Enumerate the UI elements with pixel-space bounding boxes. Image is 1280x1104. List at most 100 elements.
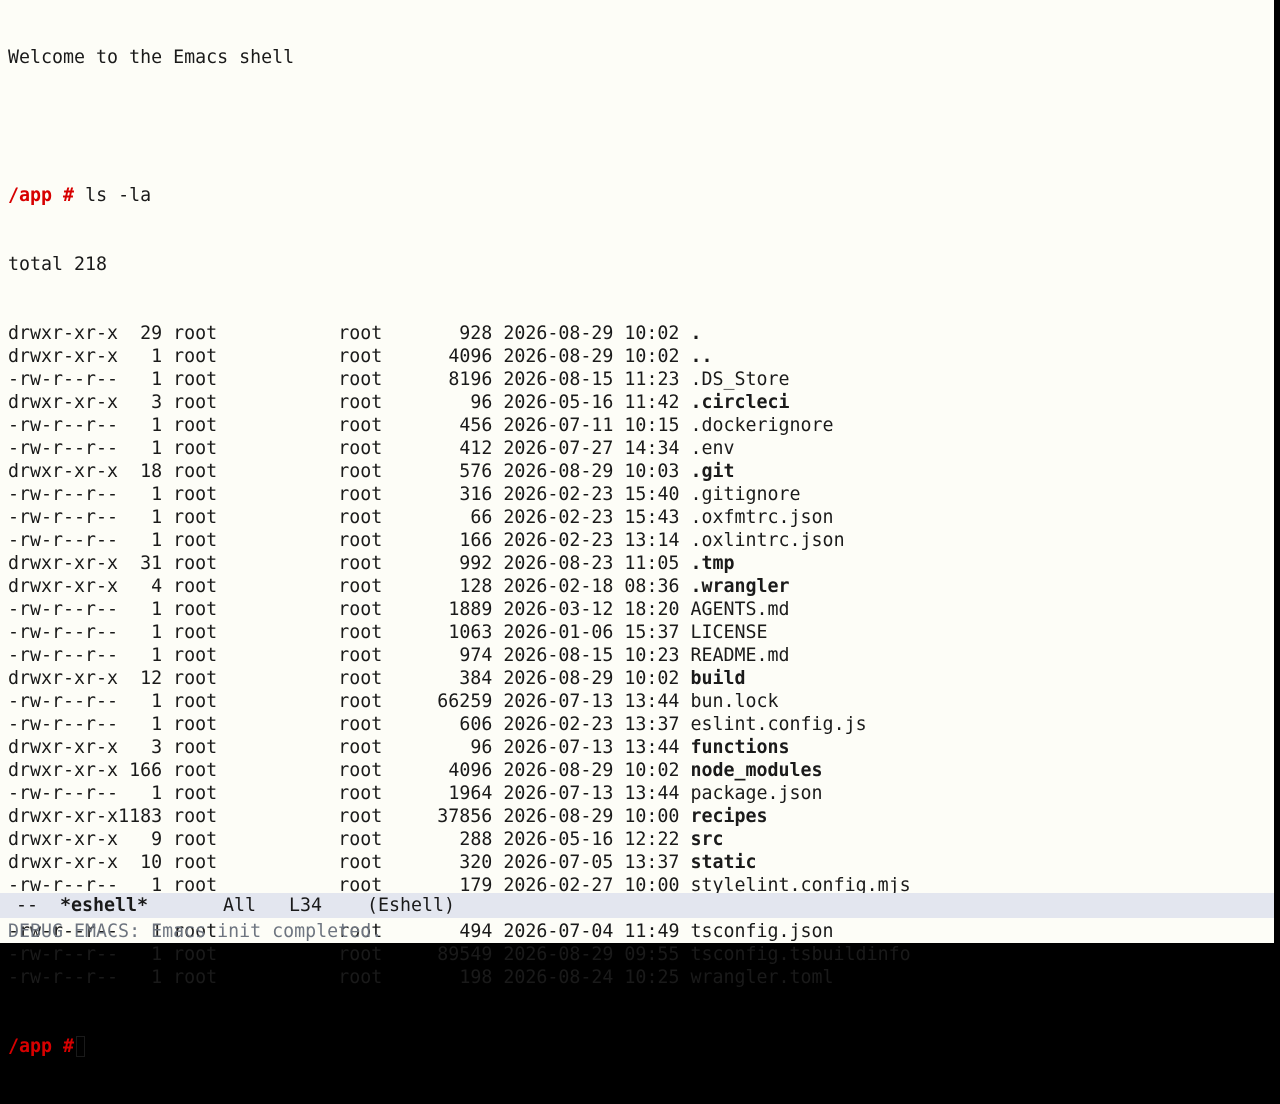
entry-name-file[interactable]: AGENTS.md — [690, 599, 789, 620]
entry-group: root — [338, 530, 383, 551]
column-spacer — [382, 415, 459, 436]
entry-size: 166 — [459, 530, 493, 551]
entry-name-file[interactable]: tsconfig.tsbuildinfo — [690, 944, 910, 965]
entry-name-file[interactable]: .oxlintrc.json — [690, 530, 844, 551]
column-spacer — [382, 484, 459, 505]
column-spacer — [382, 576, 459, 597]
column-spacer — [118, 530, 151, 551]
entry-group: root — [338, 760, 383, 781]
entry-date: 2026-08-29 10:00 — [503, 806, 680, 827]
entry-size: 320 — [459, 852, 493, 873]
entry-link-count: 18 — [140, 461, 163, 482]
listing-row: -rw-r--r-- 1 root root 1964 2026-07-13 1… — [8, 782, 1274, 805]
entry-name-directory[interactable]: src — [690, 829, 723, 850]
modeline-buffer-name[interactable]: *eshell* — [60, 893, 148, 918]
column-spacer — [118, 783, 151, 804]
entry-name-file[interactable]: eslint.config.js — [690, 714, 866, 735]
entry-name-directory[interactable]: node_modules — [690, 760, 822, 781]
entry-owner: root — [173, 622, 218, 643]
column-spacer — [382, 323, 459, 344]
column-spacer — [382, 530, 459, 551]
entry-permissions: drwxr-xr-x — [8, 806, 119, 827]
entry-name-directory[interactable]: .. — [690, 346, 712, 367]
entry-date: 2026-01-06 15:37 — [503, 622, 680, 643]
entry-name-file[interactable]: .oxfmtrc.json — [690, 507, 833, 528]
column-spacer — [382, 691, 437, 712]
entry-group: root — [338, 829, 383, 850]
entry-owner: root — [173, 691, 218, 712]
listing-row: -rw-r--r-- 1 root root 606 2026-02-23 13… — [8, 713, 1274, 736]
entry-date: 2026-02-23 15:40 — [503, 484, 680, 505]
input-line[interactable]: /app # — [8, 1035, 1274, 1058]
entry-name-file[interactable]: tsconfig.json — [690, 921, 833, 942]
entry-name-directory[interactable]: .git — [690, 461, 734, 482]
entry-group: root — [338, 323, 383, 344]
entry-size: 288 — [459, 829, 493, 850]
entry-name-directory[interactable]: recipes — [690, 806, 767, 827]
entry-link-count: 1 — [151, 691, 163, 712]
entry-link-count: 9 — [151, 829, 163, 850]
entry-name-directory[interactable]: .circleci — [690, 392, 789, 413]
entry-group: root — [338, 369, 383, 390]
entry-link-count: 1183 — [118, 806, 163, 827]
entry-link-count: 166 — [129, 760, 163, 781]
listing-row: drwxr-xr-x 1 root root 4096 2026-08-29 1… — [8, 345, 1274, 368]
entry-name-file[interactable]: wrangler.toml — [690, 967, 833, 988]
entry-name-directory[interactable]: build — [690, 668, 745, 689]
entry-link-count: 1 — [151, 415, 163, 436]
column-spacer — [382, 507, 470, 528]
entry-date: 2026-08-29 10:02 — [503, 760, 680, 781]
column-spacer — [118, 323, 140, 344]
entry-link-count: 3 — [151, 392, 163, 413]
entry-date: 2026-07-27 14:34 — [503, 438, 680, 459]
entry-name-directory[interactable]: . — [690, 323, 701, 344]
listing-row: -rw-r--r-- 1 root root 1063 2026-01-06 1… — [8, 621, 1274, 644]
modeline-major-mode[interactable]: (Eshell) — [367, 893, 455, 918]
entry-permissions: drwxr-xr-x — [8, 461, 119, 482]
entry-size: 66259 — [437, 691, 493, 712]
entry-group: root — [338, 806, 383, 827]
listing-row: drwxr-xr-x 29 root root 928 2026-08-29 1… — [8, 322, 1274, 345]
entry-link-count: 10 — [140, 852, 163, 873]
entry-link-count: 29 — [140, 323, 163, 344]
entry-name-directory[interactable]: .tmp — [690, 553, 734, 574]
entry-link-count: 1 — [151, 714, 163, 735]
entry-name-directory[interactable]: .wrangler — [690, 576, 789, 597]
entry-permissions: -rw-r--r-- — [8, 438, 119, 459]
entry-permissions: -rw-r--r-- — [8, 530, 119, 551]
entry-name-file[interactable]: .env — [690, 438, 734, 459]
entry-link-count: 1 — [151, 507, 163, 528]
column-spacer — [118, 599, 151, 620]
column-spacer — [382, 921, 459, 942]
entry-name-directory[interactable]: functions — [690, 737, 789, 758]
entry-date: 2026-08-23 11:05 — [503, 553, 680, 574]
column-spacer — [382, 760, 448, 781]
entry-name-file[interactable]: .gitignore — [690, 484, 800, 505]
column-spacer — [118, 507, 151, 528]
listing-row: -rw-r--r-- 1 root root 198 2026-08-24 10… — [8, 966, 1274, 989]
eshell-buffer[interactable]: Welcome to the Emacs shell /app # ls -la… — [8, 0, 1274, 1057]
entry-name-file[interactable]: package.json — [690, 783, 822, 804]
mode-line: -- *eshell* All L34 (Eshell) — [0, 893, 1274, 918]
entry-name-file[interactable]: bun.lock — [690, 691, 778, 712]
entry-name-file[interactable]: LICENSE — [690, 622, 767, 643]
entry-name-file[interactable]: .dockerignore — [690, 415, 833, 436]
entry-group: root — [338, 415, 383, 436]
entry-group: root — [338, 645, 383, 666]
entry-name-directory[interactable]: static — [690, 852, 756, 873]
entry-size: 1063 — [448, 622, 493, 643]
entry-size: 606 — [459, 714, 493, 735]
entry-name-file[interactable]: README.md — [690, 645, 789, 666]
entry-owner: root — [173, 392, 218, 413]
entry-date: 2026-02-18 08:36 — [503, 576, 680, 597]
listing-row: -rw-r--r-- 1 root root 974 2026-08-15 10… — [8, 644, 1274, 667]
entry-name-file[interactable]: .DS_Store — [690, 369, 789, 390]
entry-date: 2026-07-13 13:44 — [503, 737, 680, 758]
modeline-line-number: L34 — [289, 895, 323, 916]
entry-group: root — [338, 438, 383, 459]
entry-owner: root — [173, 829, 218, 850]
entry-permissions: -rw-r--r-- — [8, 369, 119, 390]
entry-owner: root — [173, 553, 218, 574]
entry-size: 928 — [459, 323, 493, 344]
entry-group: root — [338, 622, 383, 643]
